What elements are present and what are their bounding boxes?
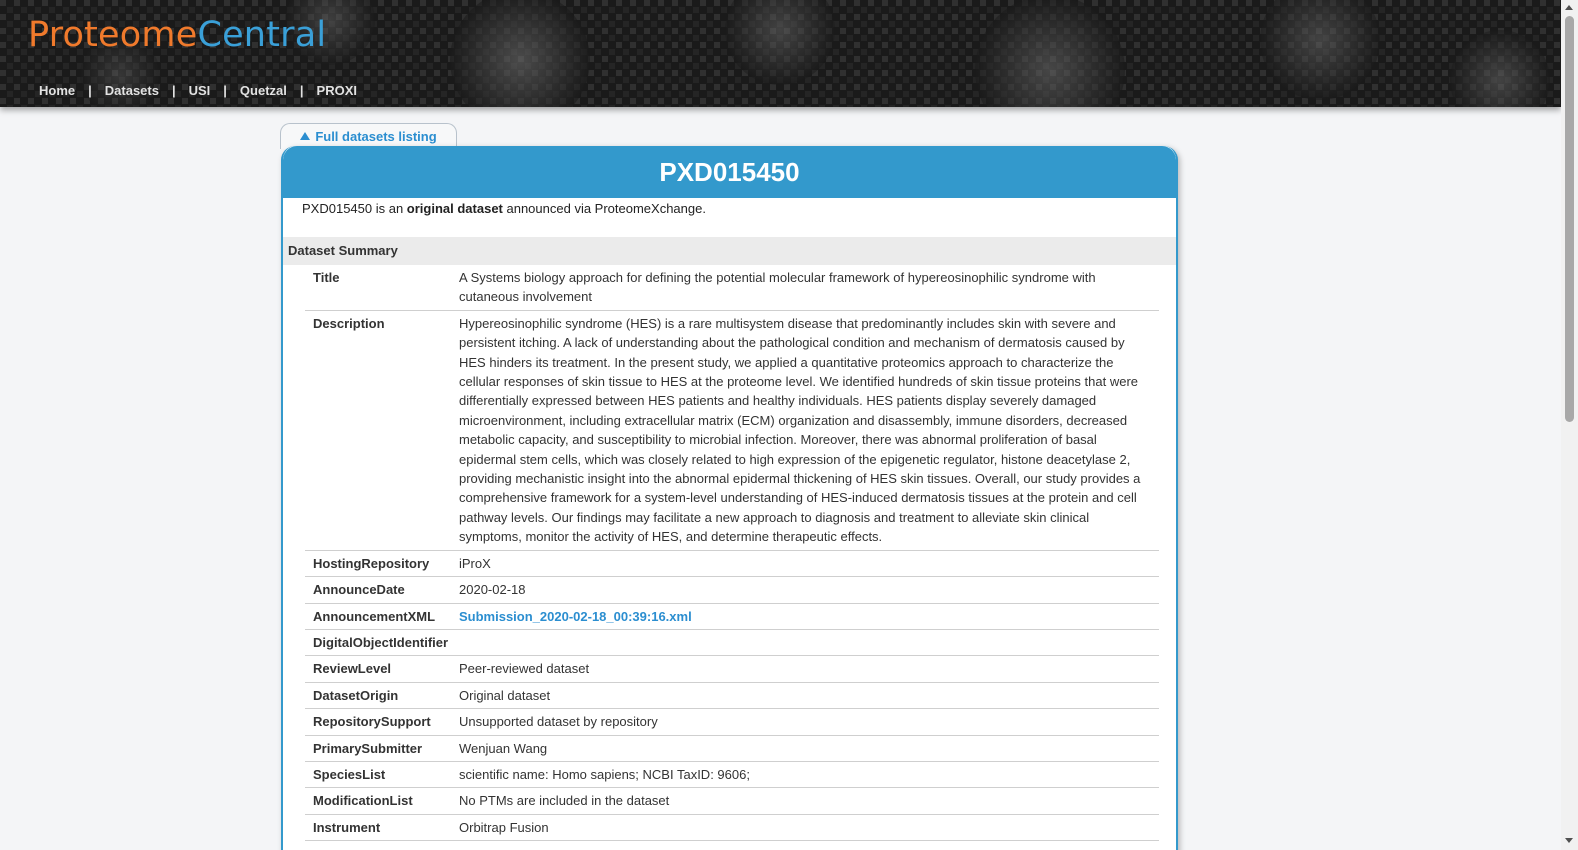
row-value [459,633,1159,652]
row-key: DatasetOrigin [313,687,399,703]
summary-row-announce-date: AnnounceDate 2020-02-18 [305,577,1159,604]
logo-central: Central [197,15,327,55]
summary-row-description: Description Hypereosinophilic syndrome (… [305,311,1159,551]
row-key: Instrument [313,819,381,835]
nav-home[interactable]: Home [39,83,75,98]
nav-separator: | [88,83,92,98]
scrollbar-thumb[interactable] [1565,16,1574,422]
row-key: Description [313,315,385,331]
nav-usi[interactable]: USI [189,83,211,98]
nav-proxi[interactable]: PROXI [317,83,357,98]
summary-row-title: Title A Systems biology approach for def… [305,265,1159,311]
row-key: AnnouncementXML [313,608,436,624]
summary-row-announcement-xml: AnnouncementXML Submission_2020-02-18_00… [305,604,1159,630]
row-key: RepositorySupport [313,714,431,730]
row-key: ModificationList [313,793,413,809]
row-value: Orbitrap Fusion [459,819,549,835]
summary-row-modification-list: ModificationList No PTMs are included in… [305,788,1159,815]
summary-row-doi: DigitalObjectIdentifier [305,630,1159,657]
nav-separator: | [171,83,176,98]
summary-table: Title A Systems biology approach for def… [305,265,1159,842]
scroll-down-icon[interactable] [1565,838,1573,843]
nav-separator: | [223,83,227,98]
row-value: Peer-reviewed dataset [459,661,590,677]
arrow-up-icon [300,131,311,140]
dataset-intro: PXD015450 is an original dataset announc… [283,198,1176,216]
summary-row-primary-submitter: PrimarySubmitter Wenjuan Wang [305,736,1159,762]
scroll-up-icon[interactable] [1565,5,1573,10]
intro-suffix: announced via ProteomeXchange. [502,201,706,216]
summary-row-repository-support: RepositorySupport Unsupported dataset by… [305,709,1159,736]
summary-row-hosting-repository: HostingRepository iProX [305,551,1159,578]
row-key: ReviewLevel [313,661,392,677]
site-header: ProteomeCentral Home | Datasets | USI | … [0,0,1561,107]
row-value: Unsupported dataset by repository [459,714,658,730]
summary-row-dataset-origin: DatasetOrigin Original dataset [305,683,1159,710]
summary-row-species-list: SpeciesList scientific name: Homo sapien… [305,762,1159,789]
dataset-panel: PXD015450 PXD015450 is an original datas… [281,146,1178,850]
row-key: HostingRepository [313,555,430,571]
summary-row-instrument: Instrument Orbitrap Fusion [305,815,1159,842]
nav-separator: | [299,83,304,98]
row-value: Original dataset [459,687,551,703]
row-value: Submission_2020-02-18_00:39:16.xml [459,607,1159,626]
row-value: No PTMs are included in the dataset [459,793,670,809]
main-nav: Home | Datasets | USI | Quetzal | PROXI [39,83,357,98]
row-value: Wenjuan Wang [459,740,548,756]
nav-datasets[interactable]: Datasets [105,83,159,98]
summary-row-review-level: ReviewLevel Peer-reviewed dataset [305,656,1159,683]
row-key: PrimarySubmitter [313,740,423,756]
dataset-summary-header: Dataset Summary [283,237,1176,265]
intro-prefix: PXD015450 is an [302,201,407,216]
row-key: AnnounceDate [313,582,405,598]
row-value: scientific name: Homo sapiens; NCBI TaxI… [459,766,750,782]
row-key: SpeciesList [313,766,386,782]
announcement-xml-link[interactable]: Submission_2020-02-18_00:39:16.xml [459,609,692,624]
row-value: iProX [459,555,491,571]
row-key: Title [313,270,340,285]
dataset-id-title: PXD015450 [283,146,1176,198]
page-scrollbar[interactable] [1561,0,1578,850]
row-value: A Systems biology approach for defining … [459,270,1096,305]
row-value: Hypereosinophilic syndrome (HES) is a ra… [459,315,1141,545]
intro-bold: original dataset [406,201,503,216]
back-link-label: Full datasets listing [315,129,437,144]
logo-proteome: Proteome [28,15,198,55]
nav-quetzal[interactable]: Quetzal [240,83,287,98]
row-value: 2020-02-18 [459,582,526,598]
proteomecentral-logo[interactable]: ProteomeCentral [28,14,326,56]
row-key: DigitalObjectIdentifier [313,634,449,650]
